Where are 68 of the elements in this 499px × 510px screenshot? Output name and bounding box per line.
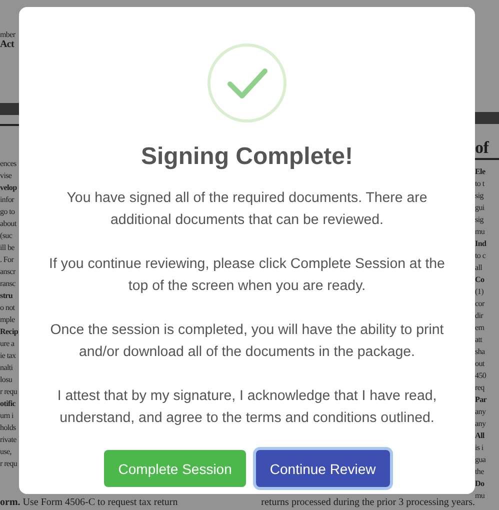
document-text: sig	[475, 190, 484, 202]
document-text: ie tax	[0, 350, 17, 362]
document-text: go to	[0, 206, 16, 218]
document-heading: of	[475, 138, 490, 158]
checkmark-icon	[207, 43, 287, 123]
document-text: sig	[475, 214, 484, 226]
document-text: losu	[0, 374, 14, 386]
document-text: sha	[475, 346, 486, 358]
document-text: req	[475, 382, 486, 394]
document-heading: Act	[0, 39, 16, 51]
document-text: All	[475, 430, 486, 442]
message-text: If you continue reviewing, please click Complete Session at the top of the screen when you are ready.	[48, 255, 446, 296]
document-text: orm. Use Form 4506-C to request tax return	[0, 497, 178, 510]
header-bar	[0, 102, 19, 115]
modal-title: Signing Complete!	[141, 143, 353, 171]
document-text: em	[475, 322, 486, 334]
document-text: Do	[475, 478, 486, 490]
document-text: mber	[0, 30, 16, 40]
document-text: to c	[475, 250, 487, 262]
document-text: out	[475, 358, 486, 370]
document-text: ure a	[0, 338, 16, 350]
document-text: (1)	[475, 286, 484, 298]
document-text: o not	[0, 302, 16, 314]
document-text: dir	[475, 310, 484, 322]
document-text: r requ	[0, 386, 18, 398]
document-text: rivate	[0, 434, 18, 446]
document-text: ill be	[0, 242, 16, 254]
document-text: nalti	[0, 362, 14, 374]
document-text: gui	[475, 202, 486, 214]
document-text: r requ	[0, 458, 18, 470]
document-text: Co	[475, 274, 486, 286]
document-text: Par	[475, 394, 488, 406]
document-text: Ele	[475, 166, 486, 178]
document-text: mu	[475, 226, 486, 238]
message-text: Once the session is completed, you will have the ability to print and/or download all of the documents in the package.	[49, 321, 445, 362]
document-text: all	[475, 262, 484, 274]
document-text: vise	[0, 170, 13, 182]
document-text: att	[475, 334, 484, 346]
document-text: velop	[0, 182, 18, 194]
document-text: anscr	[0, 266, 17, 278]
message-text: I attest that by my signature, I acknowledge that I have read, understand, and agree to the terms and conditions outlined.	[56, 387, 438, 428]
document-text: ransc	[0, 278, 16, 290]
document-text: the	[475, 466, 485, 478]
message-text: You have signed all of the required documents. There are additional documents that can be reviewed.	[66, 189, 428, 230]
document-text: mple	[0, 314, 16, 326]
continue-review-button[interactable]: Continue Review	[256, 450, 390, 487]
document-text: returns processed during the prior 3 processing years.	[261, 497, 475, 510]
document-text: holds	[0, 422, 17, 434]
document-text: any	[475, 406, 487, 418]
document-text: mu	[475, 490, 486, 502]
document-text: to t	[475, 178, 486, 190]
document-text: about	[0, 218, 18, 230]
document-text: any	[475, 418, 487, 430]
document-text: stru	[0, 290, 14, 302]
document-text: (suc	[0, 230, 14, 242]
header-bar	[475, 112, 499, 124]
document-text: gua	[475, 454, 487, 466]
document-text: infor	[0, 194, 16, 206]
document-text: ences	[0, 158, 18, 170]
document-text: otific	[0, 398, 17, 410]
document-text: cor	[475, 298, 486, 310]
document-text: Recip	[0, 326, 19, 338]
document-text: urn i	[0, 410, 14, 422]
document-text: use,	[0, 446, 12, 458]
document-text: is i	[475, 442, 484, 454]
document-text: . For	[0, 254, 15, 266]
document-text: Ind	[475, 238, 488, 250]
document-text: 450	[475, 370, 488, 382]
